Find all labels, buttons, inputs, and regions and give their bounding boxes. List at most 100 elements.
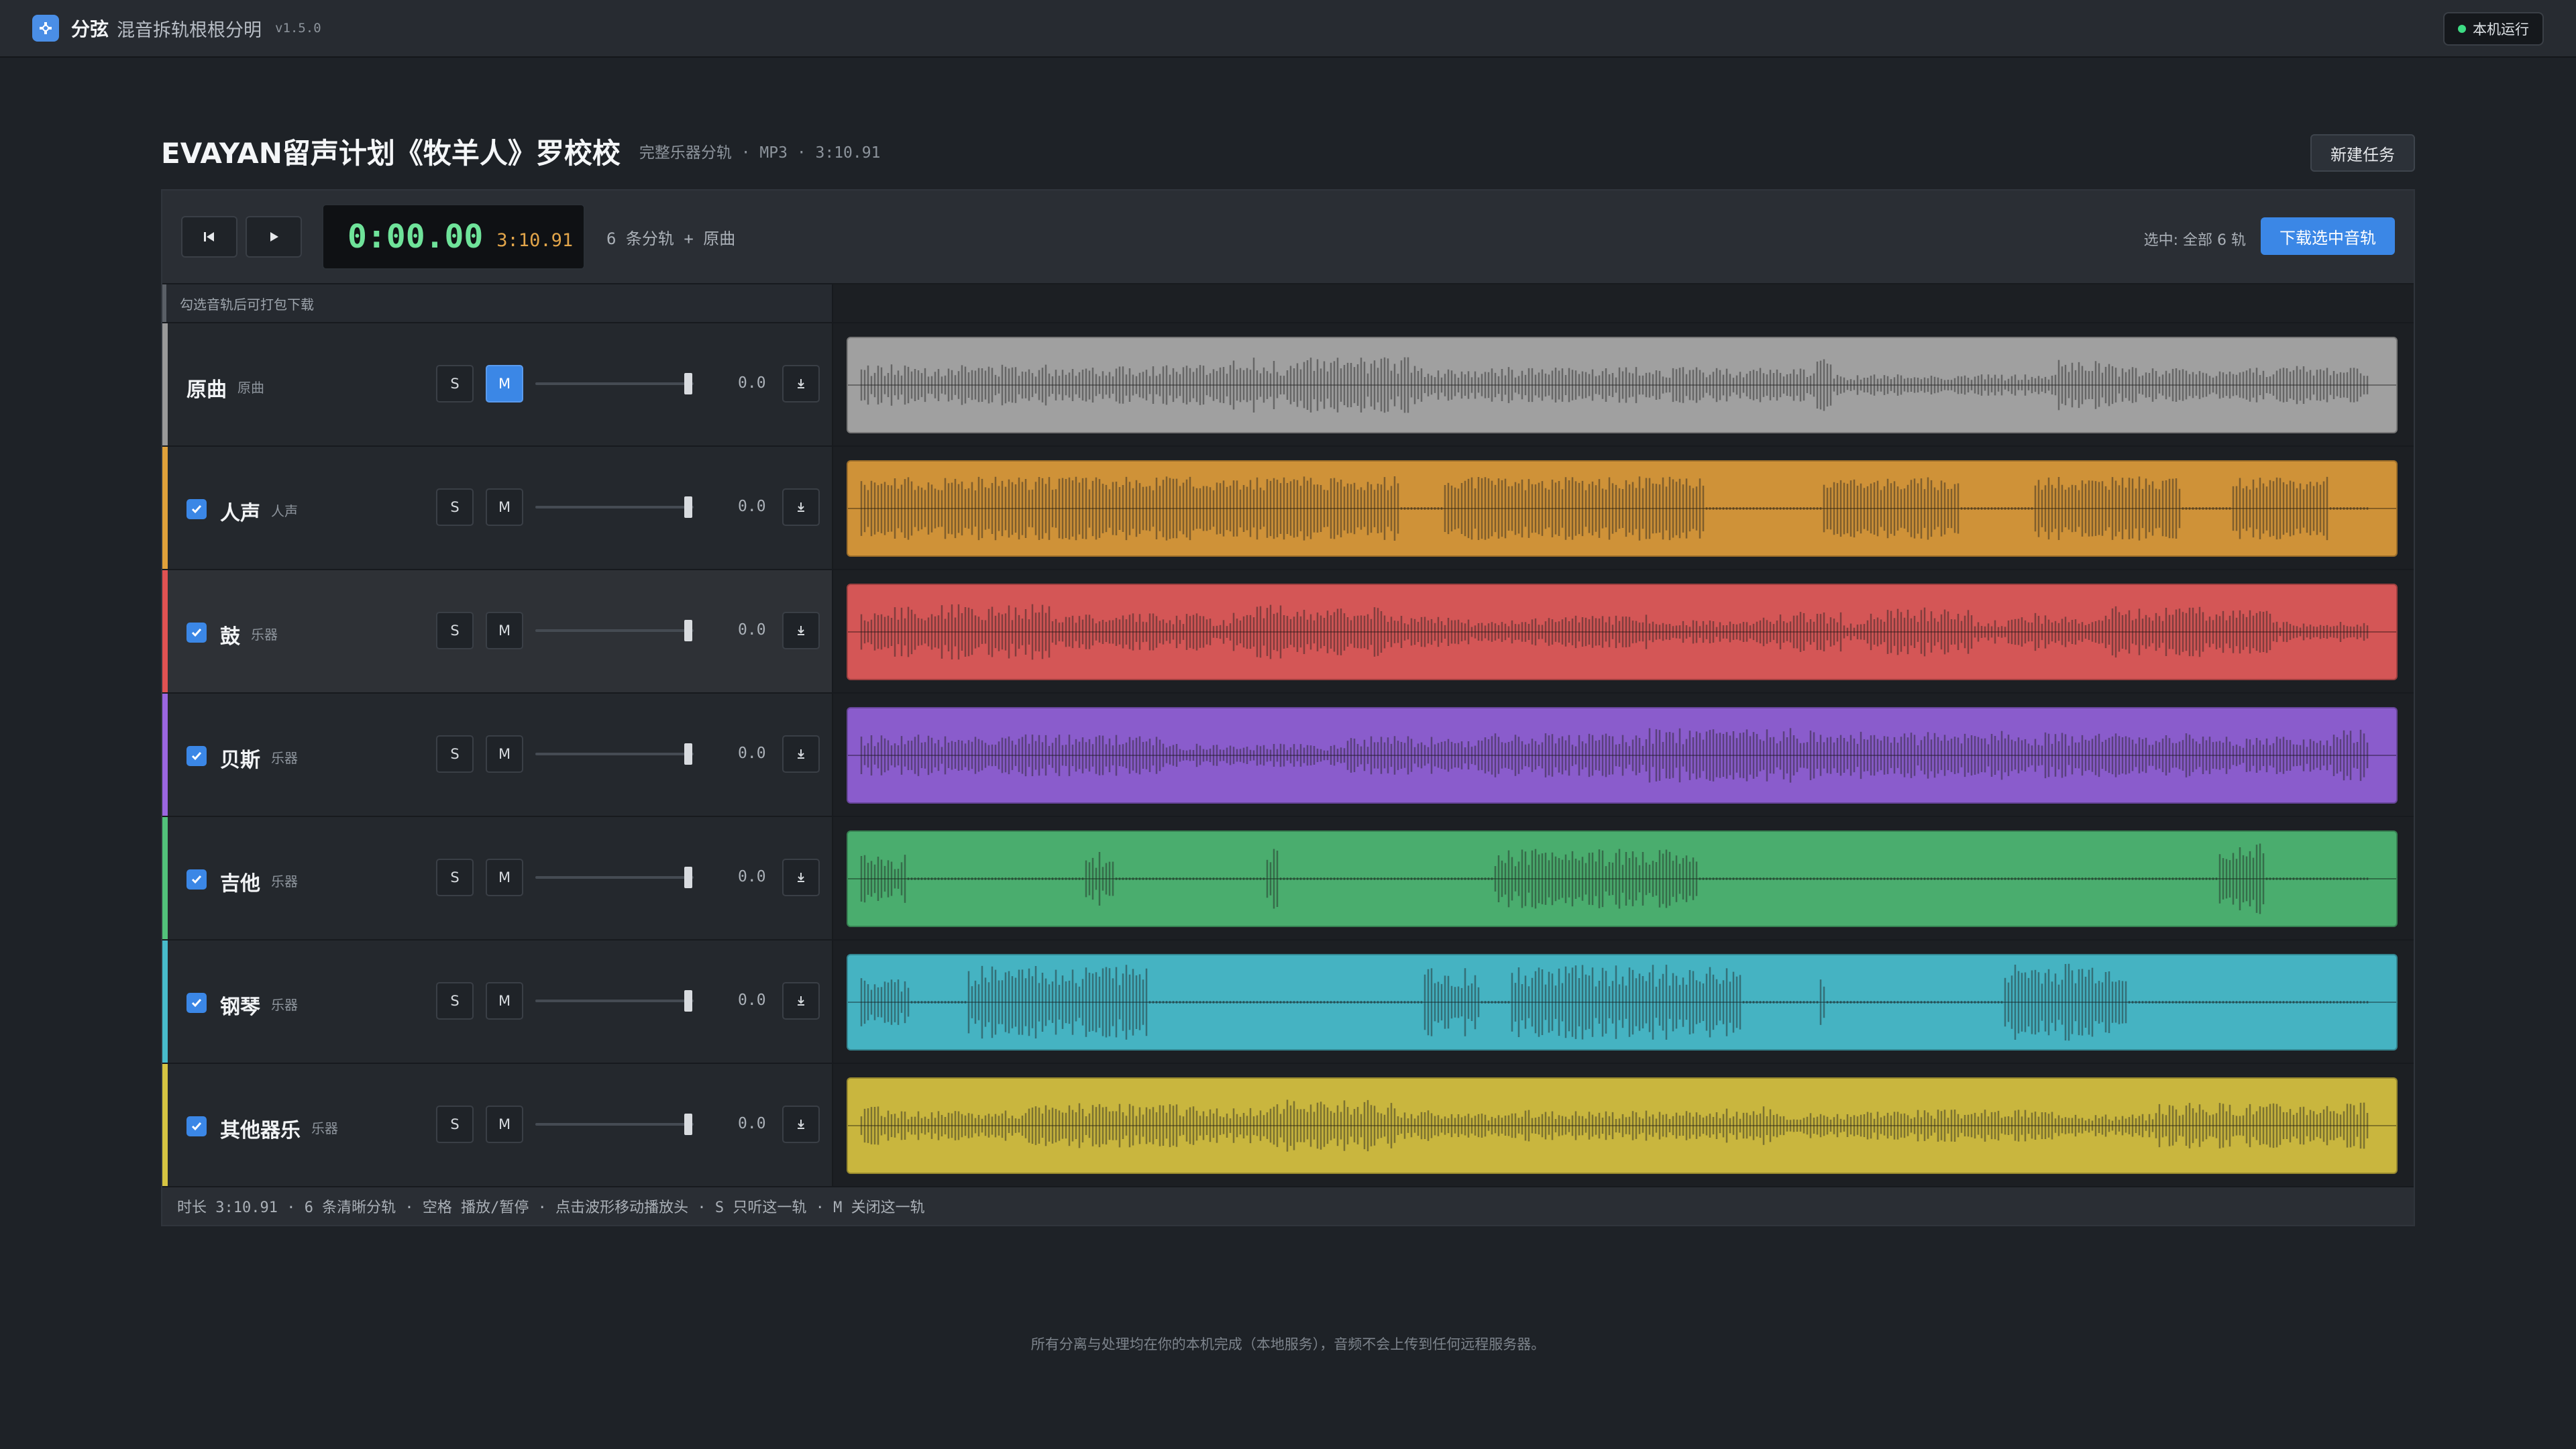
file-meta: 完整乐器分轨 · MP3 · 3:10.91: [639, 144, 881, 162]
mute-button[interactable]: M: [486, 365, 523, 402]
solo-button[interactable]: S: [436, 488, 474, 526]
volume-slider[interactable]: [535, 629, 694, 632]
download-icon: [798, 873, 804, 882]
volume-slider-handle[interactable]: [684, 990, 692, 1012]
solo-button[interactable]: S: [436, 1106, 474, 1143]
mute-button[interactable]: M: [486, 612, 523, 649]
track-list: 原曲 原曲 S M 0.0 人声 人声 S M 0.0 鼓 乐器 S M 0.0…: [162, 323, 2414, 1187]
hint-row: 勾选音轨后可打包下载: [162, 284, 2414, 323]
track-download-button[interactable]: [782, 859, 820, 896]
status-dot-icon: [2458, 25, 2466, 33]
track-name: 钢琴: [220, 996, 260, 1019]
track-download-button[interactable]: [782, 1106, 820, 1143]
check-icon: [191, 875, 202, 884]
track-download-button[interactable]: [782, 365, 820, 402]
skip-back-button[interactable]: [181, 216, 237, 258]
selected-info: 选中: 全部 6 轨: [2143, 232, 2246, 249]
download-icon: [798, 1120, 804, 1129]
waveform[interactable]: [847, 460, 2398, 557]
skip-back-icon: [204, 232, 214, 241]
app-subtitle: 混音拆轨根根分明: [117, 19, 262, 41]
play-icon: [270, 232, 278, 241]
mute-button[interactable]: M: [486, 859, 523, 896]
volume-slider[interactable]: [535, 1123, 694, 1126]
track-waveform-area[interactable]: [833, 570, 2414, 692]
track-download-button[interactable]: [782, 612, 820, 649]
track-name: 其他器乐: [220, 1119, 301, 1142]
track-row: 原曲 原曲 S M 0.0: [162, 323, 2414, 447]
track-waveform-area[interactable]: [833, 941, 2414, 1063]
new-task-button[interactable]: 新建任务: [2310, 134, 2415, 172]
current-time: 0:00.00: [347, 218, 484, 256]
mute-button[interactable]: M: [486, 488, 523, 526]
track-download-button[interactable]: [782, 735, 820, 773]
solo-button[interactable]: S: [436, 735, 474, 773]
volume-slider[interactable]: [535, 876, 694, 879]
track-name: 鼓: [220, 625, 240, 649]
track-checkbox[interactable]: [186, 623, 207, 643]
volume-slider-handle[interactable]: [684, 867, 692, 888]
track-waveform-area[interactable]: [833, 1064, 2414, 1186]
play-button[interactable]: [246, 216, 302, 258]
track-controls: 吉他 乐器 S M 0.0: [162, 817, 833, 939]
waveform[interactable]: [847, 1077, 2398, 1174]
track-waveform-area[interactable]: [833, 323, 2414, 445]
app-version: v1.5.0: [275, 21, 321, 36]
solo-button[interactable]: S: [436, 859, 474, 896]
timeline-header: [833, 284, 2414, 322]
track-controls: 原曲 原曲 S M 0.0: [162, 323, 833, 445]
volume-value: 0.0: [738, 1115, 766, 1132]
track-checkbox[interactable]: [186, 869, 207, 890]
track-controls: 贝斯 乐器 S M 0.0: [162, 694, 833, 816]
volume-slider-handle[interactable]: [684, 496, 692, 518]
waveform[interactable]: [847, 707, 2398, 804]
track-name: 贝斯: [220, 749, 260, 772]
download-icon: [798, 996, 804, 1006]
volume-value: 0.0: [738, 745, 766, 762]
track-download-button[interactable]: [782, 982, 820, 1020]
track-controls: 鼓 乐器 S M 0.0: [162, 570, 833, 692]
track-controls: 人声 人声 S M 0.0: [162, 447, 833, 569]
track-waveform-area[interactable]: [833, 694, 2414, 816]
track-checkbox[interactable]: [186, 499, 207, 519]
volume-slider[interactable]: [535, 506, 694, 508]
solo-button[interactable]: S: [436, 365, 474, 402]
track-checkbox[interactable]: [186, 1116, 207, 1136]
waveform[interactable]: [847, 584, 2398, 680]
track-download-button[interactable]: [782, 488, 820, 526]
time-display: 0:00.00 3:10.91: [322, 204, 585, 270]
volume-slider-handle[interactable]: [684, 620, 692, 641]
download-icon: [798, 749, 804, 759]
waveform[interactable]: [847, 337, 2398, 433]
track-row: 吉他 乐器 S M 0.0: [162, 817, 2414, 941]
solo-button[interactable]: S: [436, 612, 474, 649]
download-icon: [798, 502, 804, 512]
volume-slider-handle[interactable]: [684, 373, 692, 394]
track-tag: 乐器: [271, 750, 298, 766]
volume-slider[interactable]: [535, 753, 694, 755]
track-checkbox[interactable]: [186, 746, 207, 766]
track-waveform-area[interactable]: [833, 817, 2414, 939]
app-brand: 分弦: [71, 18, 109, 40]
volume-slider[interactable]: [535, 1000, 694, 1002]
local-run-badge: 本机运行: [2443, 12, 2544, 46]
track-checkbox[interactable]: [186, 993, 207, 1013]
mute-button[interactable]: M: [486, 982, 523, 1020]
mute-button[interactable]: M: [486, 1106, 523, 1143]
top-bar: 分弦 混音拆轨根根分明 v1.5.0 本机运行: [0, 0, 2576, 58]
volume-slider[interactable]: [535, 382, 694, 385]
page-title: EVAYAN留声计划《牧羊人》罗校校: [161, 136, 621, 170]
total-time: 3:10.91: [496, 229, 574, 251]
track-waveform-area[interactable]: [833, 447, 2414, 569]
check-icon: [191, 629, 202, 637]
waveform[interactable]: [847, 830, 2398, 927]
volume-slider-handle[interactable]: [684, 1114, 692, 1135]
status-badge-label: 本机运行: [2473, 21, 2529, 38]
download-selected-button[interactable]: 下载选中音轨: [2261, 217, 2395, 255]
title-row: EVAYAN留声计划《牧羊人》罗校校 完整乐器分轨 · MP3 · 3:10.9…: [161, 127, 2415, 174]
mute-button[interactable]: M: [486, 735, 523, 773]
waveform[interactable]: [847, 954, 2398, 1051]
volume-slider-handle[interactable]: [684, 743, 692, 765]
track-name: 吉他: [220, 872, 260, 896]
solo-button[interactable]: S: [436, 982, 474, 1020]
